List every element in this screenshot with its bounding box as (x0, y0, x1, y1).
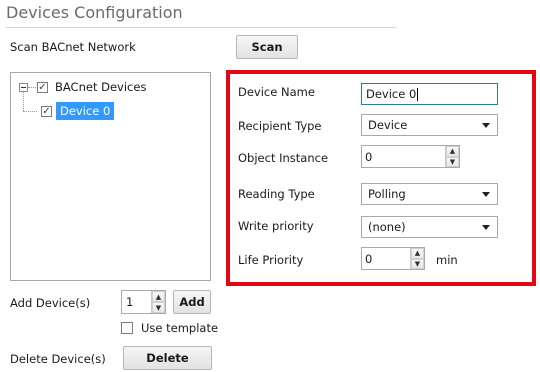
add-button[interactable]: Add (173, 290, 211, 314)
tree-connector (28, 87, 36, 88)
bacnet-devices-checkbox[interactable]: ✓ (37, 82, 48, 93)
reading-type-label: Reading Type (238, 187, 315, 201)
device-name-label: Device Name (238, 85, 315, 99)
reading-type-value: Polling (368, 187, 406, 201)
delete-button[interactable]: Delete (123, 346, 212, 370)
life-priority-spin[interactable]: ▲ ▼ (410, 248, 424, 269)
write-priority-value: (none) (368, 220, 406, 234)
chevron-down-icon (482, 123, 490, 128)
device-0-checkbox[interactable]: ✓ (41, 106, 52, 117)
use-template-checkbox[interactable] (121, 322, 133, 334)
collapse-toggle-icon[interactable] (19, 83, 28, 92)
tree-connector (23, 111, 37, 112)
object-instance-value: 0 (365, 149, 373, 164)
title-divider (6, 27, 396, 28)
object-instance-stepper[interactable]: 0 ▲ ▼ (361, 145, 460, 168)
delete-devices-label: Delete Device(s) (10, 352, 106, 366)
device-tree[interactable]: ✓ BACnet Devices ✓ Device 0 (10, 72, 211, 281)
spin-down-icon[interactable]: ▼ (411, 258, 424, 269)
life-priority-stepper[interactable]: 0 ▲ ▼ (361, 247, 425, 270)
text-cursor (417, 87, 419, 101)
scan-label: Scan BACnet Network (10, 40, 136, 54)
write-priority-label: Write priority (238, 219, 314, 233)
spin-up-icon[interactable]: ▲ (446, 146, 459, 157)
recipient-type-value: Device (368, 118, 408, 132)
write-priority-select[interactable]: (none) (361, 216, 498, 238)
tree-connector (23, 92, 24, 111)
page-title: Devices Configuration (6, 3, 183, 22)
spin-down-icon[interactable]: ▼ (152, 302, 165, 313)
spin-up-icon[interactable]: ▲ (411, 248, 424, 259)
scan-button[interactable]: Scan (236, 35, 298, 59)
life-priority-label: Life Priority (238, 253, 304, 267)
life-priority-unit: min (436, 253, 458, 267)
life-priority-value: 0 (365, 251, 373, 266)
use-template-label[interactable]: Use template (141, 321, 218, 335)
add-count-spin[interactable]: ▲ ▼ (151, 291, 165, 313)
recipient-type-label: Recipient Type (238, 119, 322, 133)
chevron-down-icon (482, 225, 490, 230)
reading-type-select[interactable]: Polling (361, 183, 498, 205)
chevron-down-icon (482, 192, 490, 197)
tree-root-label[interactable]: BACnet Devices (55, 80, 146, 94)
spin-down-icon[interactable]: ▼ (446, 156, 459, 167)
add-count-value: 1 (126, 295, 134, 309)
object-instance-spin[interactable]: ▲ ▼ (445, 146, 459, 167)
tree-item-device-0[interactable]: Device 0 (56, 102, 115, 120)
device-name-input[interactable]: Device 0 (361, 83, 498, 105)
spin-up-icon[interactable]: ▲ (152, 291, 165, 302)
add-count-stepper[interactable]: 1 ▲ ▼ (121, 290, 166, 314)
device-name-value: Device 0 (366, 87, 417, 101)
recipient-type-select[interactable]: Device (361, 114, 498, 136)
object-instance-label: Object Instance (238, 151, 329, 165)
add-devices-label: Add Device(s) (10, 296, 91, 310)
